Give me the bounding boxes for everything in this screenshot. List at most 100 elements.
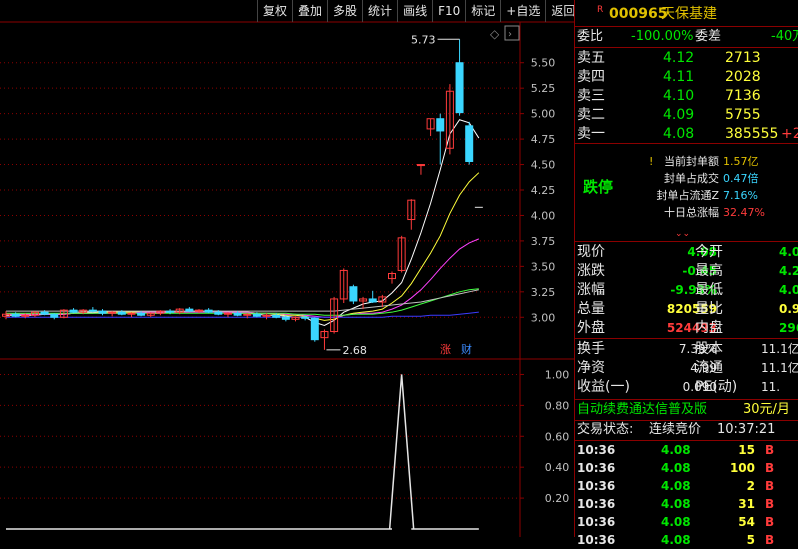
ask-row[interactable]: 卖二 4.09 5755 <box>575 106 798 124</box>
ask-price: 4.08 <box>663 126 695 142</box>
stat-label: 量比 <box>695 301 723 317</box>
quote-stat-row: 净资 4.99 流通 11.1亿 <box>575 359 798 377</box>
quote-stat-row: 涨幅 -9.93% 最低 4.0 <box>575 281 798 299</box>
ask-row[interactable]: 卖三 4.10 7136 <box>575 87 798 105</box>
stat-label: 股本 <box>695 341 723 357</box>
tick-time: 10:36 <box>577 497 616 511</box>
stat-label: 涨幅 <box>577 282 605 298</box>
tick-volume: 15 <box>738 443 755 457</box>
toolbar-button-0[interactable]: 复权 <box>257 0 292 22</box>
chart-toolbar: 复权 叠加 多股 统计 画线 F10 标记 +自选 返回 <box>257 0 580 22</box>
limit-info-label: 十日总涨幅 <box>664 206 719 219</box>
toolbar-button-5[interactable]: F10 <box>432 0 465 22</box>
candle-body <box>98 310 107 314</box>
stat-value: 4.0 <box>779 283 798 297</box>
stat-label: 内盘 <box>695 320 723 336</box>
stat-label: 现价 <box>577 244 605 260</box>
price-tick-label: 3.25 <box>531 286 556 299</box>
ask-label: 卖三 <box>577 88 605 104</box>
toolbar-button-7[interactable]: +自选 <box>500 0 545 22</box>
stat-label: 换手 <box>577 341 605 357</box>
ask-volume: 2713 <box>725 50 761 66</box>
weibi-label: 委比 <box>577 29 604 44</box>
stat-value: 11. <box>761 380 781 394</box>
ask-volume: 5755 <box>725 107 761 123</box>
toolbar-button-1[interactable]: 叠加 <box>292 0 327 22</box>
tick-row: 10:36 4.08 100 B <box>575 459 798 477</box>
stat-label: 今开 <box>695 244 723 260</box>
tick-time: 10:36 <box>577 443 616 457</box>
quote-stat-row: 外盘524493内盘29606 <box>575 319 798 337</box>
collapse-arrow-icon[interactable]: ⌄⌄ <box>675 229 690 239</box>
limit-info-value: 0.47倍 <box>723 172 759 185</box>
price-tick-label: 4.50 <box>531 159 556 172</box>
ask-price: 4.10 <box>663 88 695 104</box>
candle-body <box>166 310 175 313</box>
tick-volume: 54 <box>738 515 755 529</box>
tick-price: 4.08 <box>661 497 691 511</box>
low-price-label: 2.68 <box>342 344 367 357</box>
tick-time: 10:36 <box>577 479 616 493</box>
indicator-tick-label: 1.00 <box>545 368 570 381</box>
toolbar-button-6[interactable]: 标记 <box>465 0 500 22</box>
tick-price: 4.08 <box>661 443 691 457</box>
r-badge: R <box>597 5 604 15</box>
stock-code: 000965 <box>609 6 668 22</box>
stat-label: 涨跌 <box>577 263 605 279</box>
ask-price: 4.11 <box>663 69 695 85</box>
tick-row: 10:36 4.08 15 B <box>575 441 798 459</box>
tick-row: 10:36 4.08 31 B <box>575 495 798 513</box>
moving-average-line <box>6 172 480 321</box>
ask-volume: 385555 <box>725 126 779 142</box>
ask-label: 卖四 <box>577 69 605 85</box>
tick-row: 10:36 4.08 5 B <box>575 531 798 549</box>
trade-state-label: 交易状态: <box>577 422 634 437</box>
ask-volume: 7136 <box>725 88 761 104</box>
price-tick-label: 4.00 <box>531 209 556 222</box>
trade-state-value: 连续竞价 <box>649 422 702 437</box>
candle-body <box>465 125 474 162</box>
candle-body <box>301 316 310 319</box>
tick-side: B <box>765 497 775 511</box>
price-tick-label: 3.75 <box>531 235 556 248</box>
toolbar-button-2[interactable]: 多股 <box>327 0 362 22</box>
toolbar-button-4[interactable]: 画线 <box>397 0 432 22</box>
ask-price: 4.09 <box>663 107 695 123</box>
toolbar-button-3[interactable]: 统计 <box>362 0 397 22</box>
limit-info-row: ! 当前封单额 1.57亿 <box>575 154 798 170</box>
high-price-label: 5.73 <box>411 33 436 46</box>
limit-info-label: 封单占成交 <box>664 172 719 185</box>
limit-info-value: 32.47% <box>723 206 765 219</box>
candle-body <box>252 313 261 317</box>
candle-body <box>50 313 59 318</box>
promo-price[interactable]: 30元/月 <box>743 401 790 419</box>
stat-value: 29606 <box>779 321 798 335</box>
stat-label: 净资 <box>577 360 605 376</box>
candle-body <box>214 311 223 315</box>
candle-body <box>310 317 319 341</box>
limit-info-value: 7.16% <box>723 189 758 202</box>
ask-price: 4.12 <box>663 50 695 66</box>
chevron-icon: › <box>508 29 512 40</box>
tick-side: B <box>765 515 775 529</box>
quote-panel: R 000965 天保基建 委比 -100.00% 委差 -40万 卖五 4.12… <box>574 0 798 547</box>
price-tick-label: 4.25 <box>531 184 556 197</box>
indicator-line <box>6 374 479 530</box>
indicator-tick-label: 0.40 <box>545 461 570 474</box>
candle-body <box>11 313 20 317</box>
kline-chart[interactable]: 5.50 5.25 5.00 4.75 4.50 4.25 4.00 3.75 3.50 3.25… <box>0 0 574 537</box>
tick-row: 10:36 4.08 54 B <box>575 513 798 531</box>
candle-body <box>204 309 213 313</box>
promo-text[interactable]: 自动续费通达信普及版 <box>577 401 707 419</box>
price-tick-label: 5.25 <box>531 82 556 95</box>
ask-row[interactable]: 卖一 4.08 385555+21 <box>575 125 798 143</box>
finance-badge: 财 <box>461 342 472 356</box>
stat-value: 0.9 <box>779 302 798 316</box>
ask-row[interactable]: 卖五 4.12 2713 <box>575 49 798 67</box>
ask-row[interactable]: 卖四 4.11 2028 <box>575 68 798 86</box>
tick-price: 4.08 <box>661 461 691 475</box>
limit-info-label: 当前封单额 <box>664 155 719 168</box>
weicha-value: -40万 <box>771 29 798 44</box>
stat-label: 收益(一) <box>577 379 630 395</box>
tick-time: 10:36 <box>577 515 616 529</box>
